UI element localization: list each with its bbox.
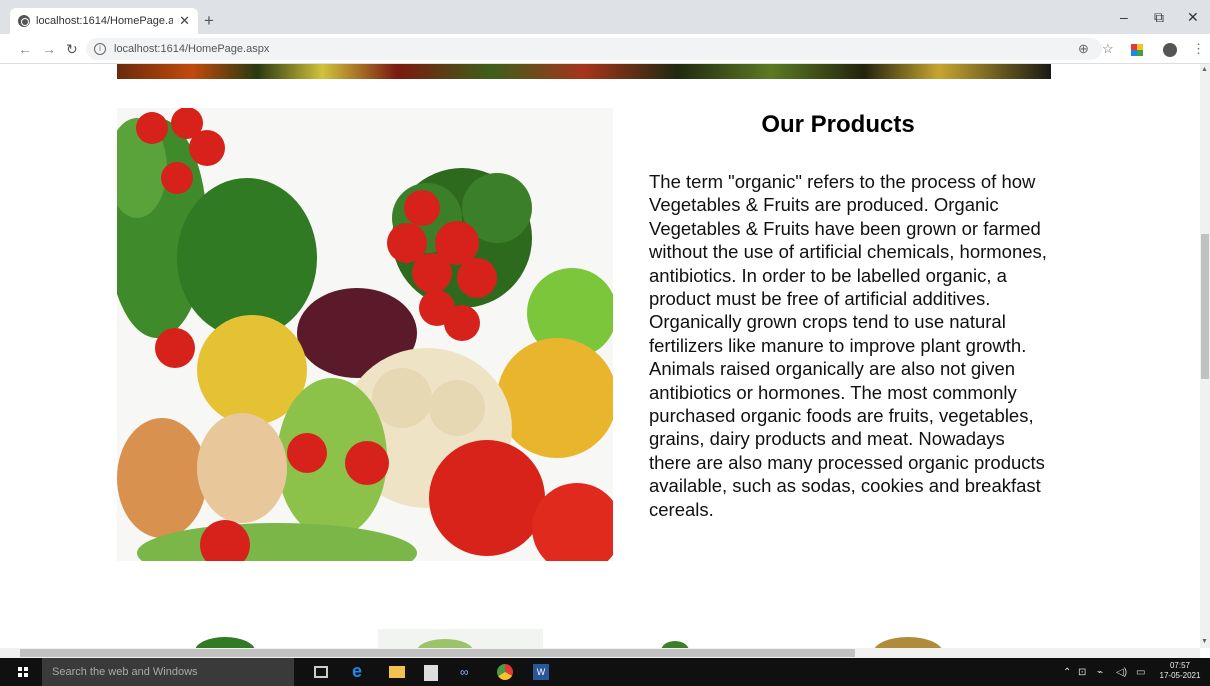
minimize-button[interactable]: – <box>1120 9 1128 25</box>
word-icon[interactable]: W <box>533 664 549 680</box>
section-description: The term "organic" refers to the process… <box>649 171 1047 520</box>
tab-close-button[interactable]: ✕ <box>179 13 190 29</box>
vertical-scrollbar[interactable]: ▲ ▼ <box>1200 64 1210 648</box>
page-viewport: Our Products The term "organic" refers t… <box>0 64 1200 648</box>
address-bar[interactable]: i localhost:1614/HomePage.aspx <box>86 38 1102 60</box>
vertical-scroll-thumb[interactable] <box>1201 234 1209 379</box>
forward-arrow-icon[interactable]: → <box>42 41 56 57</box>
info-icon[interactable]: i <box>94 43 106 55</box>
close-window-button[interactable]: ✕ <box>1187 9 1199 26</box>
back-arrow-icon[interactable]: ← <box>18 41 32 57</box>
chrome-icon[interactable] <box>497 664 513 680</box>
windows-taskbar: Search the web and Windows e ∞ W ⌃ ⊡ ⌁ ◁… <box>0 658 1210 686</box>
scroll-down-arrow-icon[interactable]: ▼ <box>1201 638 1208 645</box>
horizontal-scroll-thumb[interactable] <box>20 649 855 657</box>
scroll-up-arrow-icon[interactable]: ▲ <box>1201 66 1208 73</box>
browser-toolbar: ← → ↻ i localhost:1614/HomePage.aspx ⊕ ☆… <box>0 34 1210 64</box>
clock-time: 07:57 <box>1169 661 1191 670</box>
kebab-menu-icon[interactable]: ⋮ <box>1192 41 1205 57</box>
store-icon[interactable] <box>424 665 438 681</box>
windows-start-icon[interactable] <box>18 667 28 677</box>
extension-icon[interactable] <box>1131 44 1143 56</box>
horizontal-scrollbar[interactable] <box>0 648 1200 658</box>
taskbar-search-box[interactable]: Search the web and Windows <box>42 658 294 686</box>
restore-button[interactable]: ⧉ <box>1154 9 1164 26</box>
reload-icon[interactable]: ↻ <box>66 41 78 58</box>
profile-avatar-icon[interactable] <box>1163 43 1177 57</box>
clock-date: 17-05-2021 <box>1159 671 1201 680</box>
tab-strip: localhost:1614/HomePage.aspx ✕ + – ⧉ ✕ <box>0 0 1210 34</box>
file-explorer-icon[interactable] <box>389 666 405 678</box>
app-icon[interactable]: ∞ <box>460 665 476 681</box>
task-view-icon[interactable] <box>314 666 328 678</box>
zoom-icon[interactable]: ⊕ <box>1078 41 1089 57</box>
banner-image <box>117 64 1051 79</box>
taskbar-clock[interactable]: 07:57 17-05-2021 <box>1155 661 1205 681</box>
power-icon[interactable]: ⌁ <box>1097 667 1103 678</box>
edge-browser-icon[interactable]: e <box>352 661 368 681</box>
section-title: Our Products <box>761 111 915 138</box>
network-icon[interactable]: ⊡ <box>1078 667 1086 678</box>
next-section-images <box>195 629 942 648</box>
globe-icon <box>18 15 30 27</box>
browser-tab[interactable]: localhost:1614/HomePage.aspx ✕ <box>10 8 198 34</box>
tab-title: localhost:1614/HomePage.aspx <box>36 15 174 27</box>
tray-chevron-icon[interactable]: ⌃ <box>1063 667 1071 678</box>
vegetables-fruits-image <box>117 108 613 561</box>
url-text: localhost:1614/HomePage.aspx <box>114 43 270 55</box>
notification-icon[interactable]: ▭ <box>1136 667 1145 678</box>
volume-icon[interactable]: ◁) <box>1116 667 1127 678</box>
bookmark-star-icon[interactable]: ☆ <box>1102 41 1114 57</box>
new-tab-button[interactable]: + <box>204 12 214 30</box>
